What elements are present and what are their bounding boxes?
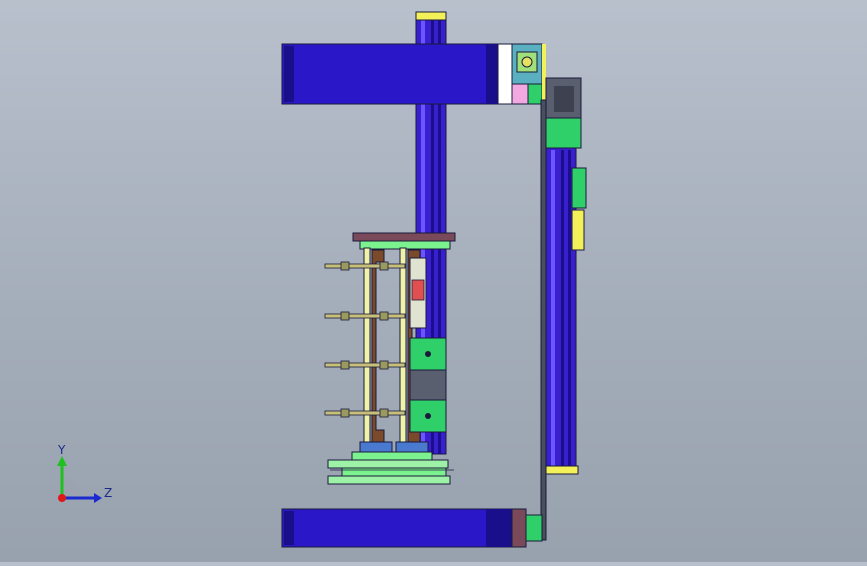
coordinate-triad-icon: Y Z (57, 443, 112, 503)
triad-y-label: Y (57, 443, 66, 457)
top-beam[interactable] (281, 43, 546, 105)
cad-model-canvas[interactable]: Y Z (0, 0, 867, 562)
bottom-beam[interactable] (281, 508, 543, 548)
cad-graphics-viewport[interactable]: Y Z (0, 0, 867, 562)
right-vertical-rail[interactable] (540, 77, 587, 541)
triad-z-label: Z (104, 486, 112, 500)
